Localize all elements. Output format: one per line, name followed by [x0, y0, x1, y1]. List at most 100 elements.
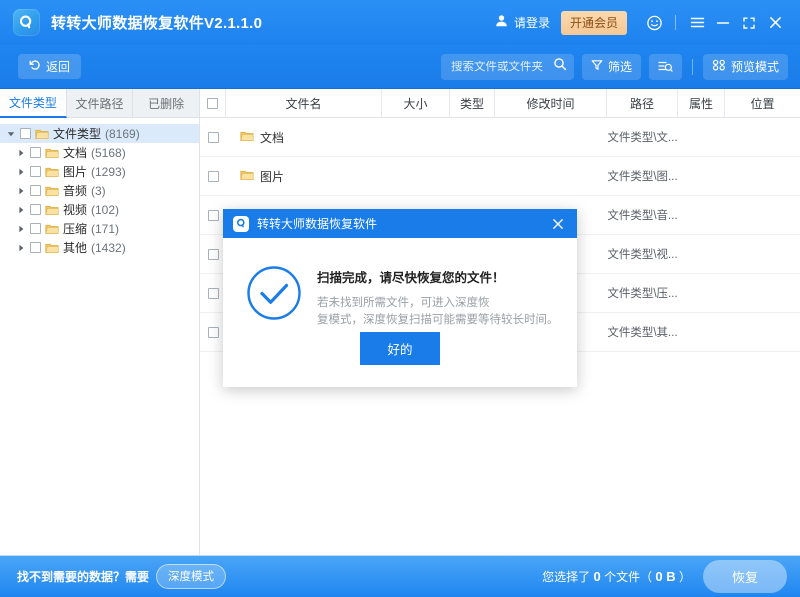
- table-header-row: 文件名 大小 类型 修改时间 路径 属性 位置: [200, 89, 800, 118]
- selection-count: 0: [594, 569, 601, 584]
- filter-button[interactable]: 筛选: [582, 54, 641, 80]
- smiley-feedback-icon[interactable]: [641, 10, 667, 36]
- tree-checkbox[interactable]: [30, 204, 41, 215]
- tree-node-archive[interactable]: 压缩 (171): [0, 219, 199, 238]
- column-header-attribute[interactable]: 属性: [678, 89, 725, 117]
- column-header-size[interactable]: 大小: [382, 89, 450, 117]
- tree-checkbox[interactable]: [30, 242, 41, 253]
- search-box[interactable]: [441, 54, 574, 80]
- folder-icon: [240, 130, 254, 145]
- dialog-subtext-line2: 复模式，深度恢复扫描可能需要等待较长时间。: [317, 312, 559, 329]
- tree-checkbox[interactable]: [20, 128, 31, 139]
- caret-right-icon[interactable]: [16, 243, 26, 253]
- tree-checkbox[interactable]: [30, 185, 41, 196]
- divider: [675, 15, 676, 30]
- caret-right-icon[interactable]: [16, 224, 26, 234]
- row-path-cell: 文件类型\视...: [607, 246, 678, 262]
- check-circle-icon: [245, 258, 305, 332]
- deep-mode-hint: 找不到需要的数据？需要: [17, 568, 149, 585]
- caret-right-icon[interactable]: [16, 148, 26, 158]
- dialog-subtext-line1: 若未找到所需文件，可进入深度恢: [317, 295, 559, 312]
- hamburger-menu-icon[interactable]: [684, 10, 710, 36]
- row-checkbox[interactable]: [208, 132, 219, 143]
- tree-checkbox[interactable]: [30, 223, 41, 234]
- preview-mode-label: 预览模式: [731, 58, 779, 75]
- caret-right-icon[interactable]: [16, 186, 26, 196]
- advanced-search-icon[interactable]: [649, 54, 682, 80]
- toolbar: 返回 筛选: [0, 45, 800, 89]
- vip-upgrade-button[interactable]: 开通会员: [561, 11, 627, 35]
- q-magnifier-logo-icon: [13, 9, 40, 36]
- column-header-location[interactable]: 位置: [725, 89, 800, 117]
- deep-mode-button[interactable]: 深度模式: [156, 564, 226, 589]
- row-checkbox[interactable]: [208, 288, 219, 299]
- tree-node-root[interactable]: 文件类型 (8169): [0, 124, 199, 143]
- sidebar-tab-file-type[interactable]: 文件类型: [0, 89, 67, 118]
- recover-button[interactable]: 恢复: [703, 560, 787, 593]
- column-header-type[interactable]: 类型: [450, 89, 495, 117]
- maximize-icon[interactable]: [736, 10, 762, 36]
- sidebar-tab-deleted[interactable]: 已删除: [133, 89, 199, 117]
- sidebar-tab-file-path[interactable]: 文件路径: [67, 89, 134, 117]
- table-row[interactable]: 图片 文件类型\图...: [200, 157, 800, 196]
- row-checkbox[interactable]: [208, 249, 219, 260]
- row-checkbox[interactable]: [208, 327, 219, 338]
- preview-mode-button[interactable]: 预览模式: [703, 54, 788, 80]
- ok-button[interactable]: 好的: [360, 332, 439, 365]
- column-header-path[interactable]: 路径: [607, 89, 678, 117]
- tree-node-documents[interactable]: 文档 (5168): [0, 143, 199, 162]
- folder-icon: [35, 128, 49, 140]
- tree-node-images[interactable]: 图片 (1293): [0, 162, 199, 181]
- tree-node-label: 文档: [63, 144, 87, 161]
- row-path-cell: 文件类型\图...: [607, 168, 678, 184]
- row-checkbox[interactable]: [208, 171, 219, 182]
- q-magnifier-logo-icon: [233, 216, 249, 232]
- close-icon[interactable]: [547, 213, 569, 235]
- tree-node-label: 压缩: [63, 220, 87, 237]
- undo-arrow-icon: [29, 59, 41, 74]
- back-label: 返回: [46, 58, 70, 75]
- tree-node-count: (5168): [91, 146, 126, 160]
- row-path-cell: 文件类型\音...: [607, 207, 678, 223]
- column-header-name[interactable]: 文件名: [226, 89, 382, 117]
- selection-prefix: 您选择了: [542, 570, 593, 584]
- table-row[interactable]: 文档 文件类型\文...: [200, 118, 800, 157]
- row-checkbox-cell[interactable]: [200, 171, 226, 182]
- tree-node-other[interactable]: 其他 (1432): [0, 238, 199, 257]
- search-input[interactable]: [451, 61, 553, 73]
- tree-node-label: 其他: [63, 239, 87, 256]
- file-type-tree: 文件类型 (8169) 文档 (5168): [0, 118, 199, 257]
- row-checkbox-cell[interactable]: [200, 132, 226, 143]
- tree-node-audio[interactable]: 音频 (3): [0, 181, 199, 200]
- tree-checkbox[interactable]: [30, 147, 41, 158]
- status-bar: 找不到需要的数据？需要 深度模式 您选择了 0 个文件（ 0 B ） 恢复: [0, 555, 800, 597]
- selection-middle: 个文件（: [601, 570, 656, 584]
- dialog-title-bar: 转转大师数据恢复软件: [223, 209, 577, 238]
- grid-preview-icon: [712, 59, 726, 74]
- folder-icon: [45, 185, 59, 197]
- scan-complete-dialog: 转转大师数据恢复软件: [223, 209, 577, 387]
- minimize-icon[interactable]: [710, 10, 736, 36]
- back-button[interactable]: 返回: [18, 54, 81, 79]
- row-path-cell: 文件类型\其...: [607, 324, 678, 340]
- sidebar-tabs: 文件类型 文件路径 已删除: [0, 89, 199, 118]
- row-checkbox[interactable]: [208, 210, 219, 221]
- column-header-modified[interactable]: 修改时间: [495, 89, 607, 117]
- caret-down-icon[interactable]: [6, 129, 16, 139]
- row-name-cell: 图片: [226, 168, 382, 185]
- caret-right-icon[interactable]: [16, 205, 26, 215]
- dialog-footer: 好的: [223, 332, 577, 387]
- login-button[interactable]: 请登录: [495, 14, 550, 32]
- tree-node-video[interactable]: 视频 (102): [0, 200, 199, 219]
- tree-node-count: (1293): [91, 165, 126, 179]
- row-path-cell: 文件类型\文...: [607, 129, 678, 145]
- caret-right-icon[interactable]: [16, 167, 26, 177]
- folder-icon: [45, 147, 59, 159]
- tree-node-count: (171): [91, 222, 119, 236]
- close-icon[interactable]: [762, 10, 788, 36]
- tree-checkbox[interactable]: [30, 166, 41, 177]
- select-all-checkbox-cell[interactable]: [200, 89, 226, 117]
- select-all-checkbox[interactable]: [207, 98, 218, 109]
- divider: [692, 59, 693, 75]
- search-icon[interactable]: [553, 57, 567, 76]
